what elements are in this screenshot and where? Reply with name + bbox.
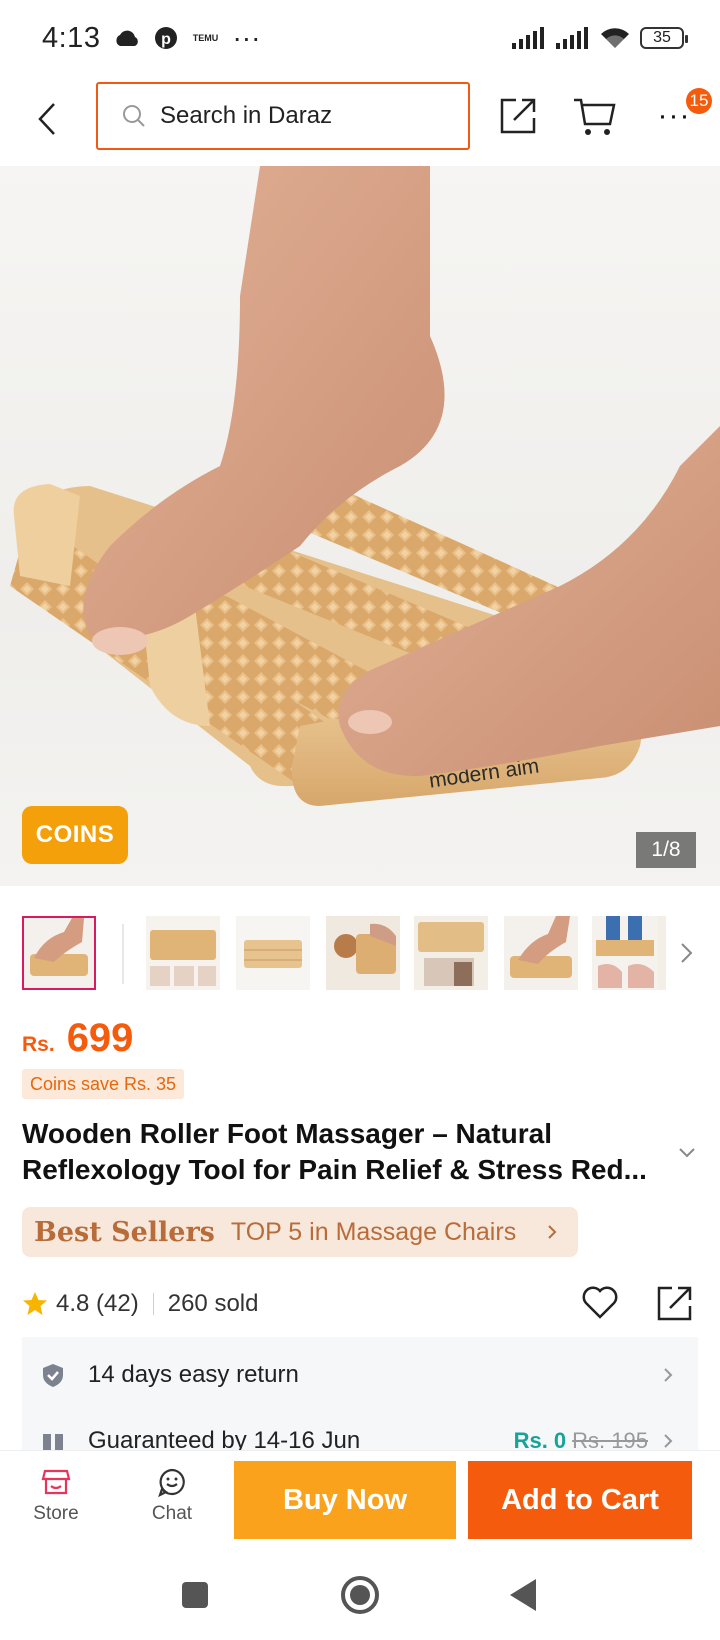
return-policy-label: 14 days easy return — [88, 1361, 299, 1388]
thumbnail-5[interactable] — [414, 916, 488, 990]
home-button[interactable] — [337, 1572, 383, 1618]
cloud-icon — [114, 29, 140, 47]
buy-now-button[interactable]: Buy Now — [234, 1461, 456, 1539]
chat-icon — [158, 1468, 185, 1497]
coins-badge: COINS — [22, 806, 128, 864]
temu-icon: TEMU — [192, 32, 219, 43]
search-input[interactable]: Search in Daraz — [96, 82, 470, 150]
wishlist-button[interactable] — [580, 1282, 620, 1322]
cart-button[interactable] — [572, 94, 618, 138]
thumbnail-2[interactable] — [146, 916, 220, 990]
wifi-icon — [600, 27, 630, 49]
price-row: Rs. 699 — [22, 1016, 133, 1061]
thumbnail-divider — [122, 924, 124, 984]
image-counter: 1/8 — [636, 832, 696, 868]
rating-row: 4.8 (42) 260 sold — [22, 1282, 698, 1326]
expand-title-button[interactable] — [676, 1144, 698, 1160]
top-nav: Search in Daraz ··· 15 — [0, 76, 720, 166]
recents-button[interactable] — [172, 1572, 218, 1618]
system-back-button[interactable] — [500, 1572, 546, 1618]
thumbnail-next-button[interactable] — [676, 938, 698, 968]
thumbnail-4[interactable] — [326, 916, 400, 990]
thumbnail-1[interactable] — [22, 916, 96, 990]
thumbnail-6[interactable] — [504, 916, 578, 990]
price-currency: Rs. — [22, 1033, 55, 1056]
product-photo: modern aim — [10, 166, 720, 806]
store-label: Store — [33, 1503, 79, 1524]
delivery-row[interactable]: Guaranteed by 14-16 Jun Rs. 0 Rs. 195 — [22, 1411, 698, 1451]
share-icon — [500, 98, 536, 134]
chat-button[interactable]: Chat — [132, 1467, 212, 1525]
store-button[interactable]: Store — [16, 1467, 96, 1525]
circle-icon — [341, 1576, 379, 1614]
store-icon — [41, 1469, 71, 1495]
signal-icon — [512, 27, 546, 49]
review-count: (42) — [96, 1290, 139, 1317]
status-more: ··· — [232, 22, 261, 53]
bestseller-label: Best Sellers — [34, 1216, 215, 1248]
delivery-fee-new: Rs. 0 — [513, 1428, 567, 1451]
coins-save-tag: Coins save Rs. 35 — [22, 1069, 185, 1099]
chevron-right-icon — [664, 1368, 673, 1382]
cart-icon — [574, 98, 616, 135]
rating-value[interactable]: 4.8 (42) — [56, 1290, 139, 1318]
delivery-fee: Rs. 0 Rs. 195 — [514, 1428, 648, 1451]
share-product-button[interactable] — [654, 1282, 696, 1324]
battery-icon: 35 — [640, 27, 688, 49]
product-image[interactable]: modern aim — [0, 166, 720, 886]
status-time: 4:13 — [42, 21, 101, 54]
chevron-left-icon — [38, 103, 55, 135]
bottom-action-bar: Store Chat Buy Now Add to Cart — [0, 1450, 720, 1550]
search-icon — [123, 105, 145, 127]
add-to-cart-button[interactable]: Add to Cart — [468, 1461, 692, 1539]
sold-count: 260 sold — [167, 1290, 259, 1317]
delivery-icon — [43, 1434, 63, 1450]
chevron-right-icon — [681, 943, 693, 963]
price-value: 699 — [66, 1016, 134, 1060]
share-icon — [657, 1286, 692, 1321]
thumbnail-7[interactable] — [592, 916, 666, 990]
status-bar: 4:13 p TEMU ··· 35 — [0, 0, 720, 76]
notification-badge: 15 — [686, 88, 712, 114]
delivery-label: Guaranteed by 14-16 Jun — [88, 1427, 361, 1451]
service-info: 14 days easy return Guaranteed by 14-16 … — [22, 1337, 698, 1451]
signal-icon — [556, 27, 590, 49]
pinterest-icon: p — [154, 26, 178, 50]
thumbnail-3[interactable] — [236, 916, 310, 990]
thumbnail-strip — [0, 912, 720, 996]
divider — [152, 1293, 154, 1315]
shield-icon — [43, 1364, 63, 1387]
chevron-right-icon — [664, 1434, 673, 1448]
return-policy-row[interactable]: 14 days easy return — [22, 1345, 698, 1405]
delivery-fee-old: Rs. 195 — [572, 1428, 648, 1451]
bestseller-rank: TOP 5 in Massage Chairs — [230, 1217, 517, 1246]
chevron-right-icon — [548, 1225, 557, 1239]
triangle-back-icon — [510, 1579, 536, 1611]
chevron-down-icon — [679, 1148, 695, 1158]
search-placeholder: Search in Daraz — [160, 102, 333, 129]
back-button[interactable] — [30, 96, 64, 142]
share-button[interactable] — [496, 94, 540, 138]
heart-icon — [582, 1286, 618, 1319]
system-navigation-bar — [0, 1550, 720, 1640]
square-icon — [182, 1582, 208, 1608]
product-title: Wooden Roller Foot Massager – Natural Re… — [22, 1118, 647, 1185]
chat-label: Chat — [151, 1503, 193, 1524]
svg-text:p: p — [162, 31, 172, 48]
bestseller-banner[interactable]: Best Sellers TOP 5 in Massage Chairs — [22, 1207, 578, 1257]
star-icon — [23, 1292, 47, 1315]
